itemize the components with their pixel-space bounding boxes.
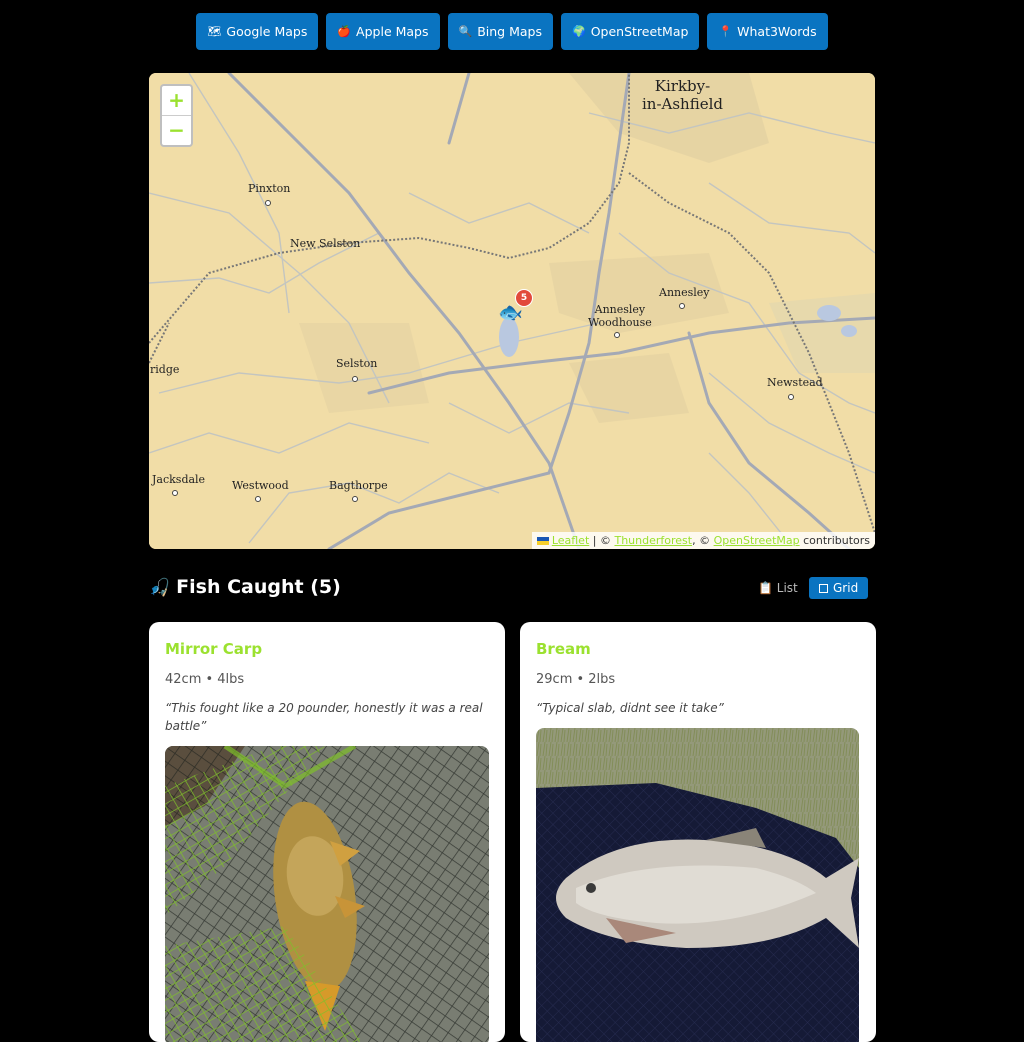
town-dot [352, 376, 358, 382]
search-icon: 🔍 [458, 25, 473, 38]
place-pinxton: Pinxton [248, 182, 291, 195]
zoom-out-button[interactable]: − [162, 115, 191, 145]
fish-name: Bream [536, 640, 591, 658]
section-title-text: Fish Caught (5) [176, 576, 341, 598]
fish-caught-header: 🎣 Fish Caught (5) 📋 List Grid [149, 574, 872, 602]
catch-map[interactable]: + − Kirkby- in-Ashfield Pinxton New Sels… [149, 73, 875, 549]
place-new-selston: New Selston [290, 237, 361, 250]
marker-count-badge: 5 [515, 289, 533, 307]
town-dot [788, 394, 794, 400]
map-icon: 🗺 [207, 25, 222, 38]
apple-maps-button[interactable]: 🍎 Apple Maps [326, 13, 440, 50]
pin-icon: 📍 [718, 25, 733, 38]
openstreetmap-label: OpenStreetMap [590, 24, 689, 39]
place-kirkby: Kirkby- in-Ashfield [642, 77, 723, 113]
fish-comment: “Typical slab, didnt see it take” [536, 701, 724, 715]
google-maps-label: Google Maps [226, 24, 308, 39]
grid-view-label: Grid [833, 581, 859, 595]
what3words-button[interactable]: 📍 What3Words [707, 13, 828, 50]
list-view-button[interactable]: 📋 List [752, 578, 804, 598]
catch-card[interactable]: Mirror Carp 42cm • 4lbs “This fought lik… [149, 622, 505, 1042]
fish-name: Mirror Carp [165, 640, 263, 658]
town-dot [265, 200, 271, 206]
map-attribution: Leaflet | © Thunderforest, © OpenStreetM… [531, 532, 875, 549]
fish-size-weight: 29cm • 2lbs [536, 672, 616, 687]
bing-maps-button[interactable]: 🔍 Bing Maps [447, 13, 553, 50]
catch-card[interactable]: Bream 29cm • 2lbs “Typical slab, didnt s… [520, 622, 876, 1042]
fish-comment: “This fought like a 20 pounder, honestly… [165, 701, 483, 733]
map-links-bar: 🗺 Google Maps 🍎 Apple Maps 🔍 Bing Maps 🌍… [0, 13, 1024, 50]
town-dot [172, 490, 178, 496]
town-dot [352, 496, 358, 502]
section-title: 🎣 Fish Caught (5) [149, 576, 341, 598]
leaflet-link[interactable]: Leaflet [552, 534, 589, 547]
place-bagthorpe: Bagthorpe [329, 479, 388, 492]
place-annesley: Annesley [659, 286, 710, 299]
bream-photo-image [536, 728, 859, 1042]
grid-icon [819, 583, 828, 593]
place-newstead: Newstead [767, 376, 823, 389]
attribution-separator: | © [589, 534, 615, 547]
what3words-label: What3Words [737, 24, 817, 39]
apple-maps-label: Apple Maps [356, 24, 429, 39]
carp-photo-image [165, 746, 489, 1042]
town-dot [255, 496, 261, 502]
place-annesley-woodhouse: Annesley Woodhouse [588, 303, 652, 330]
town-dot [679, 303, 685, 309]
fishing-pole-icon: 🎣 [149, 578, 171, 598]
fish-photo[interactable] [536, 728, 859, 1042]
fish-photo[interactable] [165, 746, 489, 1042]
zoom-in-button[interactable]: + [162, 86, 191, 115]
openstreetmap-button[interactable]: 🌍 OpenStreetMap [560, 13, 700, 50]
fish-size-weight: 42cm • 4lbs [165, 672, 245, 687]
place-westwood: Westwood [232, 479, 289, 492]
town-dot [614, 332, 620, 338]
openstreetmap-link[interactable]: OpenStreetMap [714, 534, 800, 547]
list-view-label: List [776, 581, 798, 595]
ukraine-flag-icon [536, 537, 549, 545]
apple-icon: 🍎 [337, 25, 352, 38]
place-ridge: ridge [150, 363, 180, 376]
attribution-separator: , © [692, 534, 714, 547]
google-maps-button[interactable]: 🗺 Google Maps [196, 13, 319, 50]
thunderforest-link[interactable]: Thunderforest [614, 534, 692, 547]
place-jacksdale: Jacksdale [152, 473, 206, 486]
zoom-control: + − [160, 84, 193, 147]
attribution-suffix: contributors [799, 534, 870, 547]
globe-icon: 🌍 [571, 25, 586, 38]
clipboard-icon: 📋 [758, 581, 773, 595]
place-selston: Selston [336, 357, 378, 370]
bing-maps-label: Bing Maps [477, 24, 542, 39]
grid-view-button[interactable]: Grid [809, 577, 869, 599]
